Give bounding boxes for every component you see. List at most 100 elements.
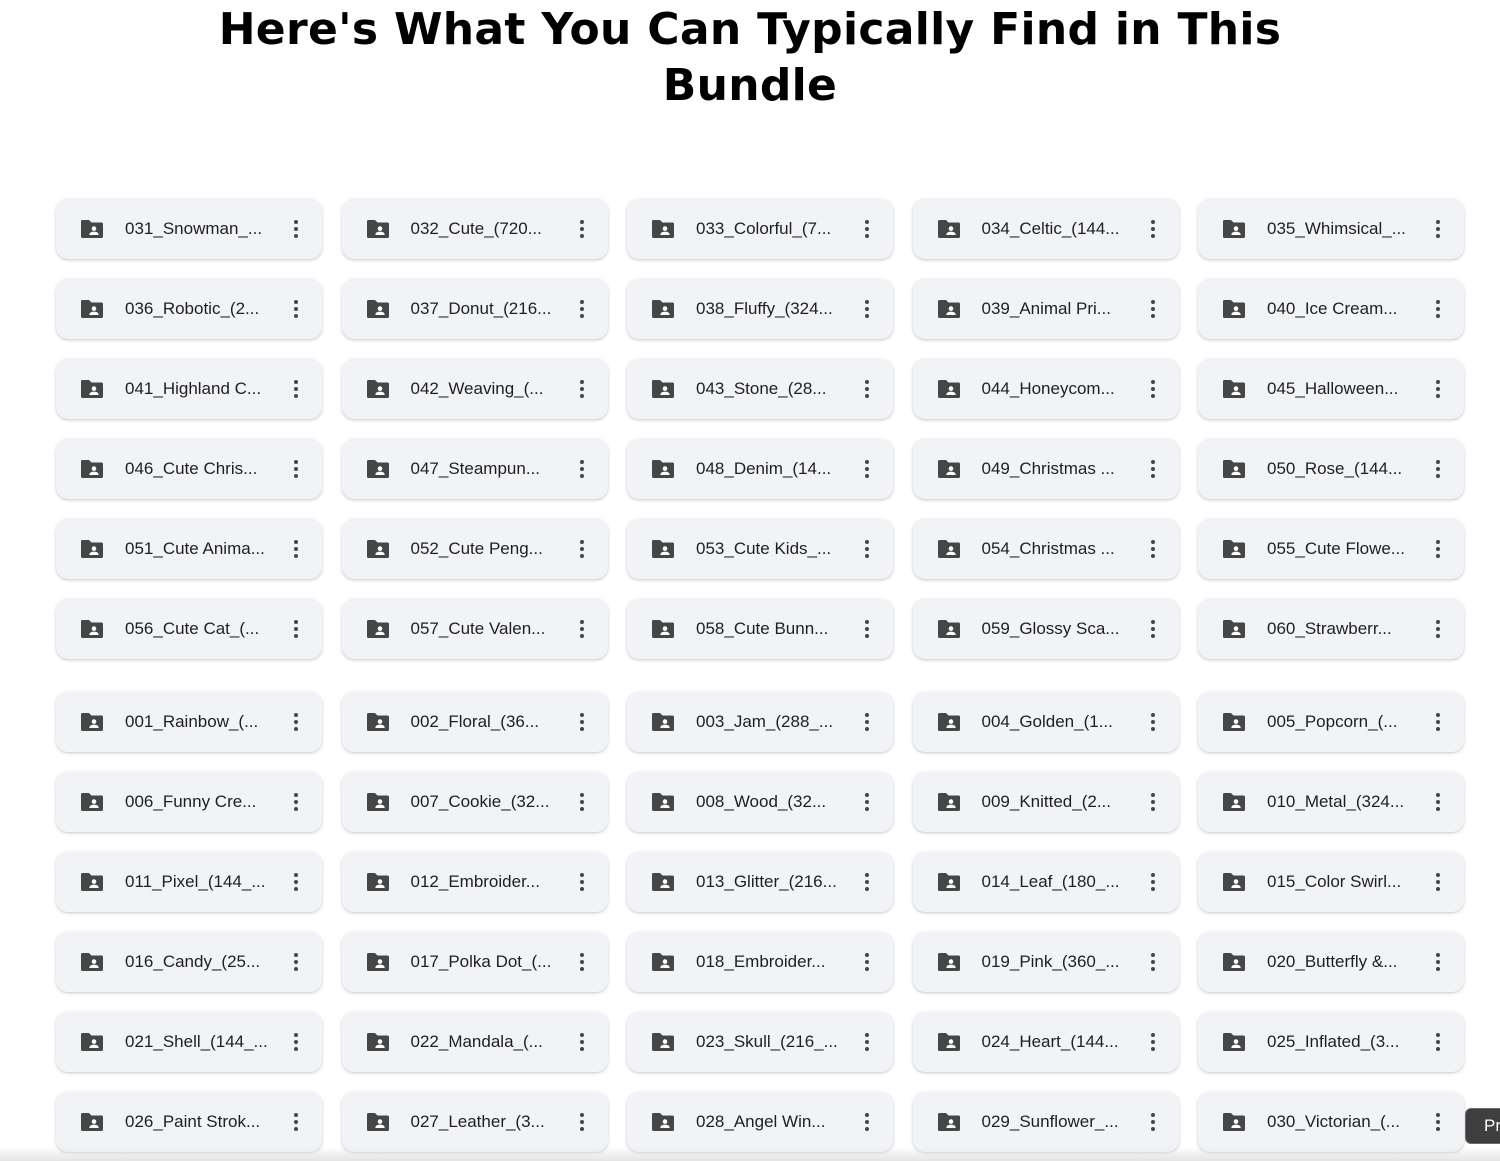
more-vert-icon[interactable]: [855, 788, 879, 816]
folder-chip[interactable]: 033_Colorful_(7...: [627, 199, 893, 259]
folder-chip[interactable]: 041_Highland C...: [56, 359, 322, 419]
folder-chip[interactable]: 020_Butterfly &...: [1198, 932, 1464, 992]
more-vert-icon[interactable]: [284, 375, 308, 403]
more-vert-icon[interactable]: [284, 455, 308, 483]
folder-chip[interactable]: 046_Cute Chris...: [56, 439, 322, 499]
more-vert-icon[interactable]: [855, 375, 879, 403]
folder-chip[interactable]: 005_Popcorn_(...: [1198, 692, 1464, 752]
more-vert-icon[interactable]: [1141, 868, 1165, 896]
folder-chip[interactable]: 014_Leaf_(180_...: [912, 852, 1179, 912]
folder-chip[interactable]: 006_Funny Cre...: [56, 772, 322, 832]
more-vert-icon[interactable]: [284, 615, 308, 643]
folder-chip[interactable]: 011_Pixel_(144_...: [56, 852, 322, 912]
folder-chip[interactable]: 019_Pink_(360_...: [912, 932, 1179, 992]
more-vert-icon[interactable]: [855, 868, 879, 896]
folder-chip[interactable]: 038_Fluffy_(324...: [627, 279, 893, 339]
more-vert-icon[interactable]: [1141, 708, 1165, 736]
more-vert-icon[interactable]: [855, 295, 879, 323]
more-vert-icon[interactable]: [855, 215, 879, 243]
more-vert-icon[interactable]: [570, 868, 594, 896]
folder-chip[interactable]: 052_Cute Peng...: [341, 519, 608, 579]
more-vert-icon[interactable]: [1426, 535, 1450, 563]
more-vert-icon[interactable]: [1426, 948, 1450, 976]
more-vert-icon[interactable]: [284, 1108, 308, 1136]
more-vert-icon[interactable]: [855, 708, 879, 736]
more-vert-icon[interactable]: [1426, 215, 1450, 243]
more-vert-icon[interactable]: [1141, 455, 1165, 483]
folder-chip[interactable]: 053_Cute Kids_...: [627, 519, 893, 579]
folder-chip[interactable]: 010_Metal_(324...: [1198, 772, 1464, 832]
more-vert-icon[interactable]: [855, 1028, 879, 1056]
more-vert-icon[interactable]: [284, 215, 308, 243]
folder-chip[interactable]: 040_Ice Cream...: [1198, 279, 1464, 339]
folder-chip[interactable]: 043_Stone_(28...: [627, 359, 893, 419]
more-vert-icon[interactable]: [1426, 708, 1450, 736]
more-vert-icon[interactable]: [855, 948, 879, 976]
more-vert-icon[interactable]: [284, 788, 308, 816]
more-vert-icon[interactable]: [570, 1108, 594, 1136]
folder-chip[interactable]: 039_Animal Pri...: [912, 279, 1179, 339]
folder-chip[interactable]: 037_Donut_(216...: [341, 279, 608, 339]
more-vert-icon[interactable]: [284, 295, 308, 323]
folder-chip[interactable]: 001_Rainbow_(...: [56, 692, 322, 752]
folder-chip[interactable]: 012_Embroider...: [341, 852, 608, 912]
folder-chip[interactable]: 034_Celtic_(144...: [912, 199, 1179, 259]
more-vert-icon[interactable]: [570, 455, 594, 483]
more-vert-icon[interactable]: [855, 535, 879, 563]
folder-chip[interactable]: 003_Jam_(288_...: [627, 692, 893, 752]
folder-chip[interactable]: 059_Glossy Sca...: [912, 599, 1179, 659]
folder-chip[interactable]: 032_Cute_(720...: [341, 199, 608, 259]
more-vert-icon[interactable]: [570, 375, 594, 403]
folder-chip[interactable]: 031_Snowman_...: [56, 199, 322, 259]
more-vert-icon[interactable]: [284, 1028, 308, 1056]
folder-chip[interactable]: 018_Embroider...: [627, 932, 893, 992]
more-vert-icon[interactable]: [1141, 1108, 1165, 1136]
more-vert-icon[interactable]: [1426, 788, 1450, 816]
folder-chip[interactable]: 029_Sunflower_...: [912, 1092, 1179, 1152]
folder-chip[interactable]: 051_Cute Anima...: [56, 519, 322, 579]
more-vert-icon[interactable]: [570, 535, 594, 563]
folder-chip[interactable]: 015_Color Swirl...: [1198, 852, 1464, 912]
more-vert-icon[interactable]: [1141, 615, 1165, 643]
more-vert-icon[interactable]: [1426, 375, 1450, 403]
folder-chip[interactable]: 027_Leather_(3...: [341, 1092, 608, 1152]
folder-chip[interactable]: 050_Rose_(144...: [1198, 439, 1464, 499]
more-vert-icon[interactable]: [284, 535, 308, 563]
more-vert-icon[interactable]: [855, 615, 879, 643]
folder-chip[interactable]: 049_Christmas ...: [912, 439, 1179, 499]
more-vert-icon[interactable]: [1426, 615, 1450, 643]
folder-chip[interactable]: 013_Glitter_(216...: [627, 852, 893, 912]
folder-chip[interactable]: 045_Halloween...: [1198, 359, 1464, 419]
folder-chip[interactable]: 021_Shell_(144_...: [56, 1012, 322, 1072]
more-vert-icon[interactable]: [1426, 1108, 1450, 1136]
more-vert-icon[interactable]: [1426, 868, 1450, 896]
more-vert-icon[interactable]: [284, 708, 308, 736]
more-vert-icon[interactable]: [570, 615, 594, 643]
more-vert-icon[interactable]: [1426, 1028, 1450, 1056]
more-vert-icon[interactable]: [570, 1028, 594, 1056]
folder-chip[interactable]: 004_Golden_(1...: [912, 692, 1179, 752]
folder-chip[interactable]: 044_Honeycom...: [912, 359, 1179, 419]
more-vert-icon[interactable]: [1141, 295, 1165, 323]
more-vert-icon[interactable]: [1426, 455, 1450, 483]
more-vert-icon[interactable]: [1141, 788, 1165, 816]
folder-chip[interactable]: 035_Whimsical_...: [1198, 199, 1464, 259]
folder-chip[interactable]: 057_Cute Valen...: [341, 599, 608, 659]
folder-chip[interactable]: 028_Angel Win...: [627, 1092, 893, 1152]
folder-chip[interactable]: 060_Strawberr...: [1198, 599, 1464, 659]
more-vert-icon[interactable]: [855, 1108, 879, 1136]
folder-chip[interactable]: 042_Weaving_(...: [341, 359, 608, 419]
more-vert-icon[interactable]: [570, 948, 594, 976]
folder-chip[interactable]: 058_Cute Bunn...: [627, 599, 893, 659]
folder-chip[interactable]: 024_Heart_(144...: [912, 1012, 1179, 1072]
folder-chip[interactable]: 025_Inflated_(3...: [1198, 1012, 1464, 1072]
folder-chip[interactable]: 009_Knitted_(2...: [912, 772, 1179, 832]
folder-chip[interactable]: 054_Christmas ...: [912, 519, 1179, 579]
folder-chip[interactable]: 008_Wood_(32...: [627, 772, 893, 832]
more-vert-icon[interactable]: [1141, 1028, 1165, 1056]
folder-chip[interactable]: 056_Cute Cat_(...: [56, 599, 322, 659]
more-vert-icon[interactable]: [570, 295, 594, 323]
more-vert-icon[interactable]: [1141, 215, 1165, 243]
folder-chip[interactable]: 007_Cookie_(32...: [341, 772, 608, 832]
folder-chip[interactable]: 023_Skull_(216_...: [627, 1012, 893, 1072]
